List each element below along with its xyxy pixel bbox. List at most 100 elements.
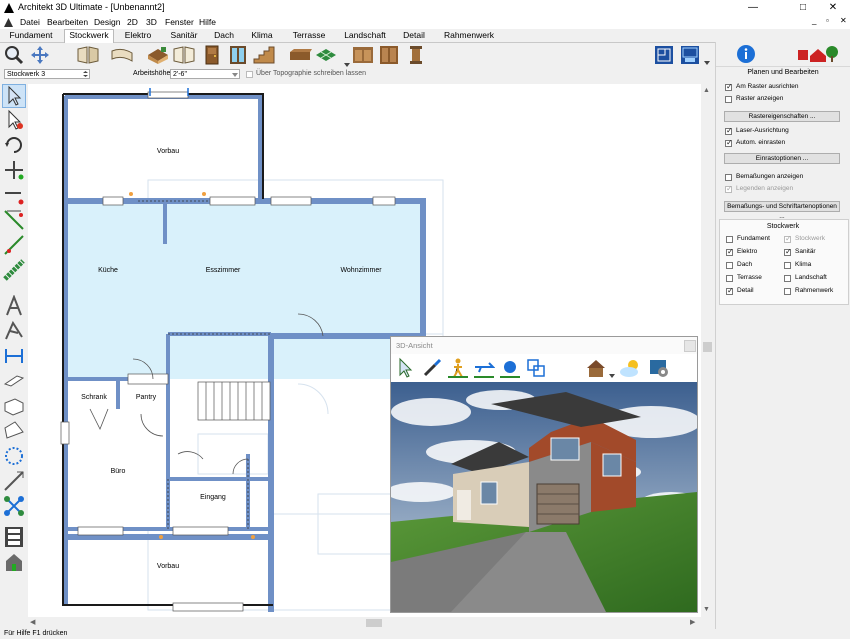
layer-klima-checkbox[interactable] xyxy=(784,262,791,269)
wall-tool-icon[interactable] xyxy=(76,45,100,65)
add-point-icon[interactable] xyxy=(3,159,25,181)
network-icon[interactable] xyxy=(3,495,25,517)
hscroll-thumb[interactable] xyxy=(366,619,382,627)
tab-sanitaer[interactable]: Sanitär xyxy=(164,30,204,41)
room-tool-icon[interactable] xyxy=(146,45,170,65)
join-wall-icon[interactable] xyxy=(3,234,25,256)
scroll-left-icon[interactable]: ◀ xyxy=(30,618,35,626)
menu-bearbeiten[interactable]: Bearbeiten xyxy=(47,17,88,27)
layer-rahmenwerk-checkbox[interactable] xyxy=(784,288,791,295)
floor-pattern-icon[interactable] xyxy=(314,45,338,65)
scroll-up-icon[interactable]: ▲ xyxy=(703,87,710,94)
mdi-restore-button[interactable]: ▫ xyxy=(826,16,829,25)
spinner-icon[interactable] xyxy=(83,71,88,77)
tab-stockwerk[interactable]: Stockwerk xyxy=(64,29,114,43)
minimize-button[interactable]: — xyxy=(740,0,766,16)
tab-detail[interactable]: Detail xyxy=(398,30,430,41)
horizontal-scrollbar[interactable]: ◀ ▶ xyxy=(28,617,701,629)
info-icon[interactable] xyxy=(736,44,756,64)
tab-dach[interactable]: Dach xyxy=(210,30,238,41)
plan-view-icon[interactable] xyxy=(680,45,700,65)
grid-snap-checkbox[interactable] xyxy=(725,82,733,91)
chevron-down-icon[interactable] xyxy=(232,73,238,77)
menu-2d[interactable]: 2D xyxy=(127,17,138,27)
dims-font-options-button[interactable]: Bemaßungs- und Schriftartenoptionen ... xyxy=(724,201,840,220)
scroll-down-icon[interactable]: ▼ xyxy=(703,606,710,613)
maximize-button[interactable]: □ xyxy=(790,0,816,16)
floor-select[interactable]: Stockwerk 3 xyxy=(4,69,90,79)
select-multi-icon[interactable] xyxy=(3,109,25,131)
window-icon[interactable] xyxy=(228,45,248,65)
show-legends-checkbox[interactable] xyxy=(725,184,733,193)
select-arrow-icon[interactable] xyxy=(395,357,417,379)
layer-sanitaer-checkbox[interactable] xyxy=(784,247,792,256)
objects-library-icon[interactable] xyxy=(796,44,840,64)
layer-detail-checkbox[interactable] xyxy=(726,286,734,295)
stairs-icon[interactable] xyxy=(252,45,276,65)
view-3d-window[interactable]: 3D-Ansicht xyxy=(390,336,698,613)
mdi-minimize-button[interactable]: _ xyxy=(812,16,816,25)
orbit-icon[interactable] xyxy=(499,357,521,379)
layer-terrasse-checkbox[interactable] xyxy=(726,275,733,282)
menu-hilfe[interactable]: Hilfe xyxy=(199,17,216,27)
scroll-right-icon[interactable]: ▶ xyxy=(690,618,695,626)
layer-stockwerk-checkbox[interactable] xyxy=(784,234,792,243)
remove-point-icon[interactable] xyxy=(3,184,25,206)
work-height-input[interactable]: 2'-6" xyxy=(170,69,240,79)
tab-rahmenwerk[interactable]: Rahmenwerk xyxy=(438,30,500,41)
view-3d-header[interactable]: 3D-Ansicht xyxy=(391,337,697,354)
laser-align-checkbox[interactable] xyxy=(725,126,733,135)
select-arrow-icon[interactable] xyxy=(3,85,25,107)
view-3d-scene[interactable] xyxy=(391,382,697,612)
cabinet-icon[interactable] xyxy=(352,45,374,65)
chevron-down-icon[interactable] xyxy=(609,374,615,378)
tab-landschaft[interactable]: Landschaft xyxy=(338,30,392,41)
paint-brush-icon[interactable] xyxy=(421,357,443,379)
hatch-icon[interactable] xyxy=(3,259,25,281)
menu-fenster[interactable]: Fenster xyxy=(165,17,194,27)
close-button[interactable]: ✕ xyxy=(820,0,846,16)
polyline-icon[interactable] xyxy=(3,395,25,417)
layer-dach-checkbox[interactable] xyxy=(726,262,733,269)
section-cut-icon[interactable] xyxy=(525,357,547,379)
fly-icon[interactable] xyxy=(473,357,495,379)
render-settings-icon[interactable] xyxy=(648,357,670,379)
wardrobe-icon[interactable] xyxy=(378,45,400,65)
grid-show-checkbox[interactable] xyxy=(725,96,732,103)
sun-weather-icon[interactable] xyxy=(619,357,643,379)
home-3d-icon[interactable] xyxy=(3,551,25,573)
open-wall-icon[interactable] xyxy=(172,45,196,65)
break-wall-icon[interactable] xyxy=(3,209,25,231)
floorplan-view-icon[interactable] xyxy=(654,45,674,65)
pan-icon[interactable] xyxy=(30,45,50,65)
show-dims-checkbox[interactable] xyxy=(725,174,732,181)
text-icon[interactable] xyxy=(3,295,25,317)
menu-3d[interactable]: 3D xyxy=(146,17,157,27)
curved-wall-icon[interactable] xyxy=(110,45,134,65)
chevron-down-icon[interactable] xyxy=(704,61,710,65)
arrow-line-icon[interactable] xyxy=(3,470,25,492)
mdi-close-button[interactable]: ✕ xyxy=(840,16,847,25)
layer-fundament-checkbox[interactable] xyxy=(726,236,733,243)
line-icon[interactable] xyxy=(3,370,25,392)
text-angle-icon[interactable] xyxy=(3,320,25,342)
tab-klima[interactable]: Klima xyxy=(244,30,280,41)
shape-icon[interactable] xyxy=(3,420,25,442)
topo-checkbox[interactable] xyxy=(246,71,253,78)
layer-landschaft-checkbox[interactable] xyxy=(784,275,791,282)
house-view-icon[interactable] xyxy=(585,357,607,379)
beam-icon[interactable] xyxy=(288,45,312,65)
vertical-scrollbar[interactable]: ▲ ▼ xyxy=(701,84,714,617)
snap-options-button[interactable]: Einrastoptionen ... xyxy=(724,153,840,164)
film-icon[interactable] xyxy=(3,526,25,548)
menu-datei[interactable]: Datei xyxy=(20,17,40,27)
circle-points-icon[interactable] xyxy=(3,445,25,467)
menu-design[interactable]: Design xyxy=(94,17,120,27)
column-icon[interactable] xyxy=(406,45,426,65)
rotate-icon[interactable] xyxy=(3,134,25,156)
grid-properties-button[interactable]: Rastereigenschaften ... xyxy=(724,111,840,122)
door-icon[interactable] xyxy=(202,45,222,65)
tab-terrasse[interactable]: Terrasse xyxy=(287,30,331,41)
tab-fundament[interactable]: Fundament xyxy=(4,30,58,41)
auto-snap-checkbox[interactable] xyxy=(725,138,733,147)
